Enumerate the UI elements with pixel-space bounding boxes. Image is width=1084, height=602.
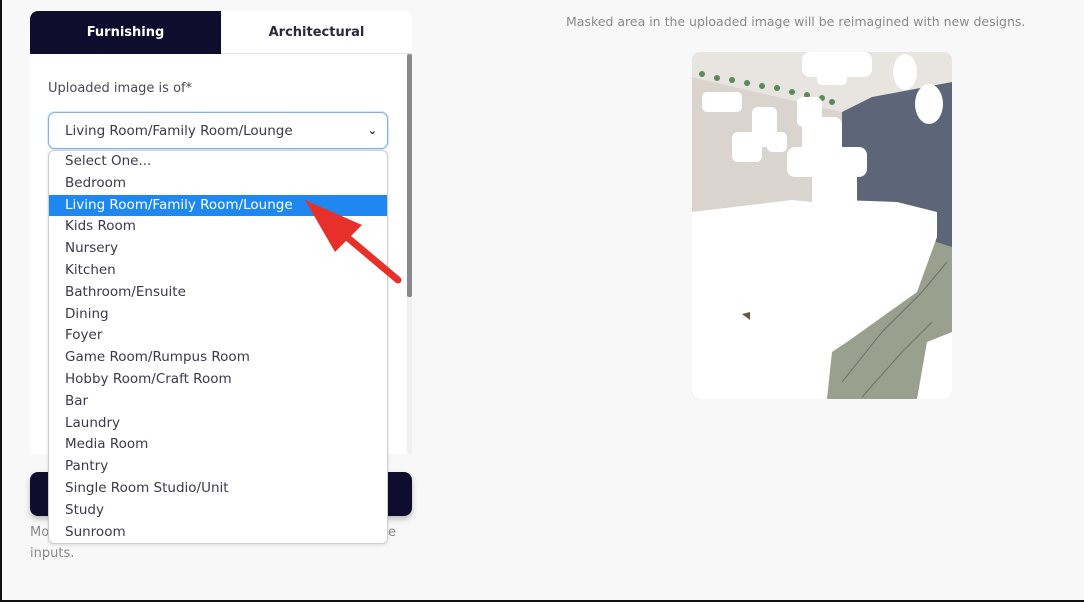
dropdown-option[interactable]: Laundry	[49, 413, 387, 435]
tab-furnishing[interactable]: Furnishing	[30, 11, 221, 54]
footer-note-line2: inputs.	[30, 546, 75, 561]
dropdown-option[interactable]: Sunroom	[49, 522, 387, 543]
annotation-arrow-icon	[305, 200, 402, 284]
window-left-border	[0, 0, 8, 602]
mask-note: Masked area in the uploaded image will b…	[566, 14, 1026, 29]
mode-tabs: Furnishing Architectural	[30, 11, 412, 54]
dropdown-option[interactable]: Dining	[49, 304, 387, 326]
dropdown-option[interactable]: Pantry	[49, 456, 387, 478]
dropdown-option[interactable]: Game Room/Rumpus Room	[49, 347, 387, 369]
dropdown-option[interactable]: Single Room Studio/Unit	[49, 478, 387, 500]
room-type-label: Uploaded image is of*	[48, 81, 193, 96]
dropdown-option[interactable]: Media Room	[49, 434, 387, 456]
dropdown-option[interactable]: Hobby Room/Craft Room	[49, 369, 387, 391]
dropdown-option[interactable]: Bedroom	[49, 173, 387, 195]
dropdown-option[interactable]: Study	[49, 500, 387, 522]
room-type-select-value: Living Room/Family Room/Lounge	[65, 122, 293, 139]
room-type-select[interactable]: Living Room/Family Room/Lounge ⌄	[48, 112, 388, 149]
dropdown-option[interactable]: Select One...	[49, 151, 387, 173]
masked-room-image	[692, 52, 952, 399]
dropdown-option[interactable]: Foyer	[49, 325, 387, 347]
chevron-down-icon: ⌄	[367, 124, 377, 137]
masked-image-preview	[692, 52, 952, 399]
footer-note-fragment: Mo	[30, 525, 50, 540]
dropdown-option[interactable]: Bar	[49, 391, 387, 413]
tab-architectural[interactable]: Architectural	[221, 11, 412, 54]
footer-note-fragment: e	[388, 525, 396, 540]
